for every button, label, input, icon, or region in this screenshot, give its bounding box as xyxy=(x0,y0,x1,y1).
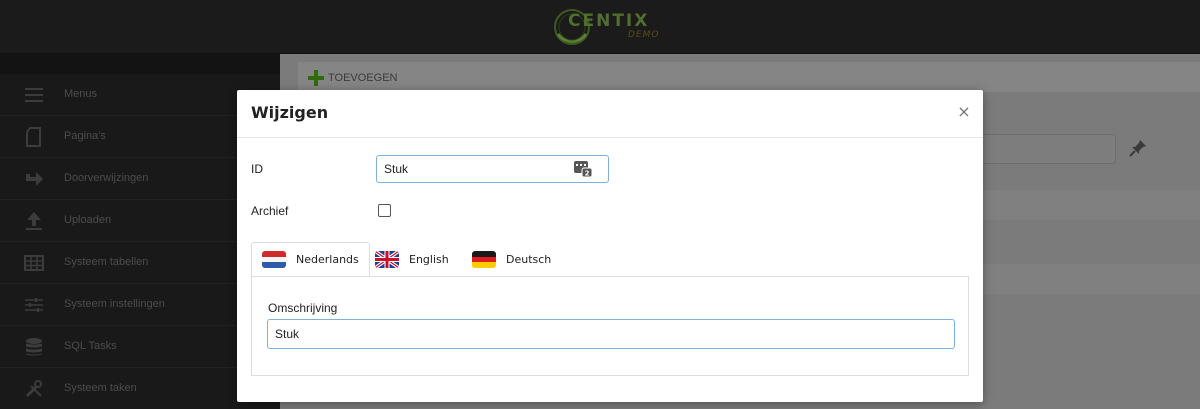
tab-label: Nederlands xyxy=(296,253,359,266)
tab-panel-nederlands: Omschrijving Stuk xyxy=(251,276,969,376)
sidebar-item-label: Uploaden xyxy=(64,214,112,226)
description-field[interactable]: Stuk xyxy=(267,319,955,349)
sidebar-item-label: Menus xyxy=(64,88,98,100)
plus-icon xyxy=(308,70,324,86)
upload-icon xyxy=(26,212,42,230)
page-icon xyxy=(26,127,41,147)
dialog-header: Wijzigen × xyxy=(237,90,983,138)
menu-icon xyxy=(25,88,43,102)
logo-subtext: DEMO xyxy=(628,30,660,40)
flag-uk-icon xyxy=(375,251,399,268)
database-icon xyxy=(26,338,42,356)
add-button-label: TOEVOEGEN xyxy=(328,72,398,84)
sidebar-item-label: Systeem instellingen xyxy=(64,298,165,310)
edit-dialog: Wijzigen × ID Stuk 2 Archief Nederlands … xyxy=(237,90,983,402)
sidebar-item-label: SQL Tasks xyxy=(64,340,117,352)
svg-text:2: 2 xyxy=(585,170,590,178)
redirect-arrow-icon xyxy=(26,172,43,186)
description-label: Omschrijving xyxy=(268,301,338,315)
sidebar-item-label: Systeem taken xyxy=(64,382,137,394)
flag-de-icon xyxy=(472,251,496,268)
tab-english[interactable]: English xyxy=(365,242,459,277)
close-button[interactable]: × xyxy=(955,102,973,122)
pin-icon[interactable] xyxy=(1128,138,1148,158)
tab-deutsch[interactable]: Deutsch xyxy=(462,242,561,277)
flag-nl-icon xyxy=(262,251,286,268)
tab-label: Deutsch xyxy=(506,253,552,266)
tools-icon xyxy=(25,380,42,398)
sidebar-item-label: Pagina's xyxy=(64,130,106,142)
language-tabs: Nederlands English Deutsch xyxy=(251,242,969,277)
archive-checkbox[interactable] xyxy=(378,204,391,217)
sidebar-top-strip xyxy=(0,54,280,74)
main-toolbar xyxy=(298,62,1200,92)
sidebar-item-label: Doorverwijzingen xyxy=(64,172,149,184)
table-icon xyxy=(24,255,44,271)
add-button[interactable]: TOEVOEGEN xyxy=(308,67,397,89)
sliders-icon xyxy=(25,298,43,312)
dialog-title: Wijzigen xyxy=(251,103,329,122)
top-bar: CENTIX DEMO xyxy=(0,0,1200,54)
tab-label: English xyxy=(409,253,449,266)
archive-label: Archief xyxy=(251,204,289,218)
background-row xyxy=(980,264,1200,294)
background-search-input[interactable] xyxy=(980,134,1116,164)
sidebar-item-label: Systeem tabellen xyxy=(64,256,149,268)
id-label: ID xyxy=(251,162,263,176)
centix-logo[interactable]: CENTIX DEMO xyxy=(550,8,680,46)
tab-nederlands[interactable]: Nederlands xyxy=(251,242,370,277)
numbered-list-icon[interactable]: 2 xyxy=(573,160,593,178)
logo-text: CENTIX xyxy=(568,11,650,31)
background-row xyxy=(980,190,1200,220)
